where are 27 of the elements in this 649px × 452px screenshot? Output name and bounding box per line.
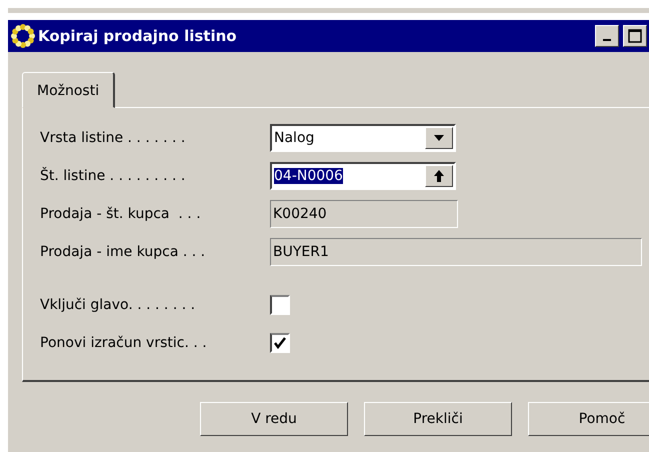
up-arrow-icon xyxy=(434,170,444,182)
dialog-button[interactable]: Pomoč xyxy=(528,402,649,436)
dialog-button[interactable]: V redu xyxy=(200,402,348,436)
window-title: Kopiraj prodajno listino xyxy=(38,27,238,45)
checkmark-icon xyxy=(274,336,286,348)
field-label: Št. listine . . . . . . . . . xyxy=(40,168,186,184)
maximize-icon xyxy=(628,29,642,43)
sun-logo-icon xyxy=(10,23,36,49)
field-label: Vrsta listine . . . . . . . xyxy=(40,130,186,146)
caret-icon xyxy=(434,134,444,140)
checkbox[interactable] xyxy=(270,332,290,352)
lookup-button[interactable] xyxy=(425,164,453,186)
dropdown-field[interactable]: Nalog xyxy=(270,124,456,152)
checkbox-label: Vključi glavo. . . . . . . . xyxy=(40,296,196,312)
readonly-field: BUYER1 xyxy=(270,238,642,266)
maximize-button[interactable] xyxy=(623,25,647,47)
readonly-field: K00240 xyxy=(270,200,458,228)
field-label: Prodaja - št. kupca . . . xyxy=(40,206,202,222)
options-tab[interactable]: Možnosti xyxy=(22,72,116,108)
input-field[interactable]: 04-N0006 xyxy=(270,162,456,190)
field-label: Prodaja - ime kupca . . . xyxy=(40,244,206,260)
minimize-icon xyxy=(603,39,611,41)
minimize-button[interactable] xyxy=(595,25,619,47)
checkbox[interactable] xyxy=(270,294,290,314)
dialog-button[interactable]: Prekliči xyxy=(364,402,512,436)
dropdown-button[interactable] xyxy=(425,126,453,148)
checkbox-label: Ponovi izračun vrstic. . . xyxy=(40,334,208,350)
